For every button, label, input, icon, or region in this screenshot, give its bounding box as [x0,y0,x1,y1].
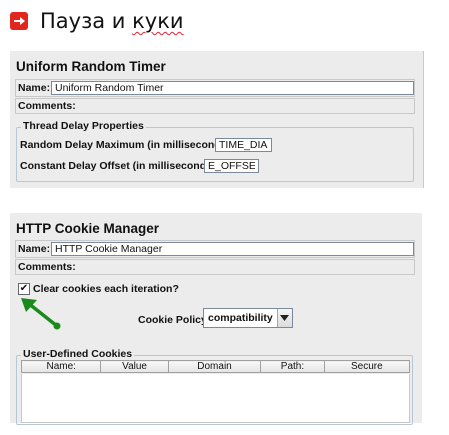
name-label: Name: [18,243,51,255]
arrow-right-icon [10,12,28,30]
name-field[interactable] [51,242,414,256]
group-title: Thread Delay Properties [21,120,146,132]
comments-row: Comments: [15,259,415,275]
name-row: Name: [15,79,415,97]
column-header-secure[interactable]: Secure [323,360,411,373]
random-delay-max-field[interactable] [215,138,272,152]
column-header-value[interactable]: Value [100,360,169,373]
column-header-domain[interactable]: Domain [167,360,262,373]
cookie-policy-select[interactable]: compatibility [203,308,293,328]
panel-title: HTTP Cookie Manager [16,221,160,236]
column-header-name[interactable]: Name: [20,360,102,373]
cookies-table[interactable]: Name: Value Domain Path: Secure [20,360,411,373]
constant-delay-offset-label: Constant Delay Offset (in milliseconds): [20,160,219,172]
slide-title: Пауза и куки [10,6,184,36]
arrow-annotation-icon [21,298,61,330]
random-delay-max-label: Random Delay Maximum (in milliseconds): [20,139,234,151]
name-field[interactable] [51,81,414,95]
panel-title: Uniform Random Timer [16,59,166,74]
comments-label: Comments: [18,100,76,112]
group-title: User-Defined Cookies [21,348,135,360]
slide-title-text: Пауза и куки [40,9,184,33]
cookies-table-body[interactable] [21,374,410,423]
http-cookie-manager-panel: HTTP Cookie Manager Name: Comments: ✔ Cl… [10,213,422,425]
column-header-path[interactable]: Path: [260,360,325,373]
constant-delay-offset-field[interactable] [204,159,259,173]
uniform-random-timer-panel: Uniform Random Timer Name: Comments: Thr… [10,51,424,188]
name-label: Name: [18,82,51,94]
comments-label: Comments: [18,261,76,273]
comments-row: Comments: [15,98,415,114]
thread-delay-properties-group: Thread Delay Properties Random Delay Max… [16,120,414,182]
chevron-down-icon[interactable] [276,309,292,327]
cookie-policy-value: compatibility [208,312,273,324]
name-row: Name: [15,240,415,258]
cookie-policy-label: Cookie Policy [138,314,207,326]
